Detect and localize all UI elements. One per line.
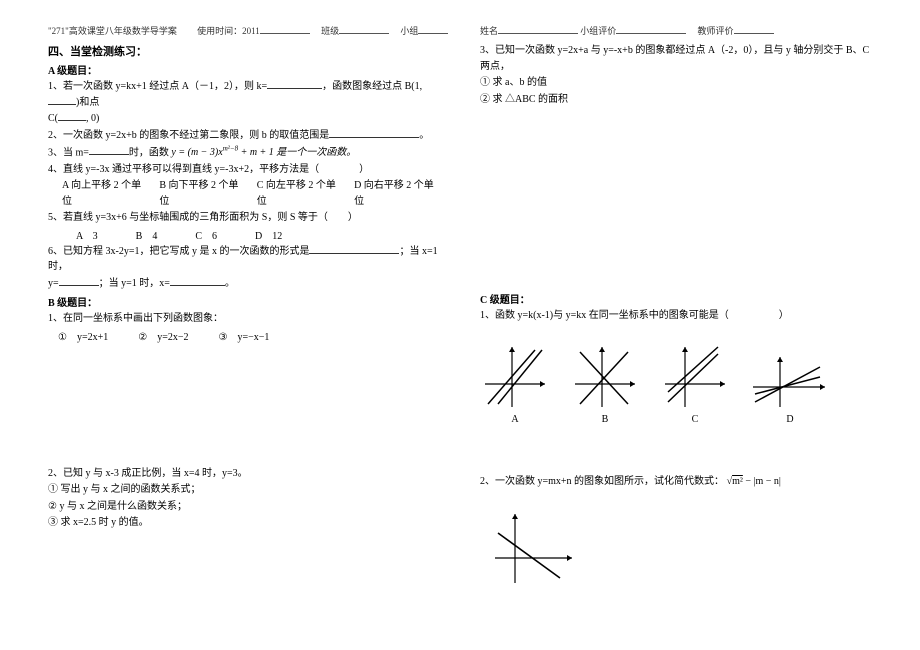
teacher-eval-label: 教师评价 <box>698 26 734 36</box>
a-q5: 5、若直线 y=3x+6 与坐标轴围成的三角形面积为 S，则 S 等于（ ） <box>48 210 440 226</box>
b-q2: 2、已知 y 与 x-3 成正比例，当 x=4 时，y=3。 <box>48 466 440 482</box>
level-c-title: C 级题目： <box>480 291 872 306</box>
doc-title: "271"高效课堂八年级数学导学案 <box>48 26 177 36</box>
b-q2-3: ③ 求 x=2.5 时 y 的值。 <box>48 515 440 531</box>
chart-b: B <box>570 342 640 425</box>
use-time-label: 使用时间：2011 <box>197 26 260 36</box>
right-q3-1: ① 求 a、b 的值 <box>480 75 872 91</box>
class-label: 班级 <box>321 26 339 36</box>
a-q3: 3、当 m=时，函数 y = (m − 3)xm²−8 + m + 1 是一个一… <box>48 144 440 161</box>
group-eval-label: 小组评价 <box>580 26 616 36</box>
name-label: 姓名 <box>480 26 498 36</box>
left-column: "271"高效课堂八年级数学导学案 使用时间：2011 班级 小组 四、当堂检测… <box>48 24 440 630</box>
a-q1-cont: C(, 0) <box>48 111 440 127</box>
a-q1: 1、若一次函数 y=kx+1 经过点 A（－1，2），则 k=，函数图象经过点 … <box>48 79 440 110</box>
b-q2-1: ① 写出 y 与 x 之间的函数关系式； <box>48 482 440 498</box>
group-label: 小组 <box>400 26 418 36</box>
right-q3-2: ② 求 △ABC 的面积 <box>480 92 872 108</box>
right-q3: 3、已知一次函数 y=2x+a 与 y=-x+b 的图象都经过点 A（-2，0）… <box>480 43 872 74</box>
section-4-title: 四、当堂检测练习： <box>48 43 440 59</box>
c-q2-formula: √m² − |m − n| <box>727 476 781 487</box>
b-q2-2: ② y 与 x 之间是什么函数关系； <box>48 499 440 515</box>
a-q6: 6、已知方程 3x-2y=1，把它写成 y 是 x 的一次函数的形式是；当 x=… <box>48 244 440 275</box>
level-b-title: B 级题目： <box>48 294 440 309</box>
c-q2: 2、一次函数 y=mx+n 的图象如图所示，试化简代数式： √m² − |m −… <box>480 474 872 490</box>
chart-a: A <box>480 342 550 425</box>
chart-d: D <box>750 352 830 425</box>
right-column: 姓名 小组评价 教师评价 3、已知一次函数 y=2x+a 与 y=-x+b 的图… <box>480 24 872 630</box>
header-right: 姓名 小组评价 教师评价 <box>480 24 872 37</box>
a-q2: 2、一次函数 y=2x+b 的图象不经过第二象限，则 b 的取值范围是。 <box>48 128 440 144</box>
a-q5-opts: A 3 B 4 C 6 D 12 <box>76 227 440 242</box>
chart-c: C <box>660 342 730 425</box>
a-q4: 4、直线 y=-3x 通过平移可以得到直线 y=-3x+2，平移方法是（ ） <box>48 162 440 178</box>
header-left: "271"高效课堂八年级数学导学案 使用时间：2011 班级 小组 <box>48 24 440 37</box>
level-a-title: A 级题目： <box>48 62 440 77</box>
c-q1: 1、函数 y=k(x-1)与 y=kx 在同一坐标系中的图象可能是（ ） <box>480 308 872 324</box>
b-q1-opts: ① y=2x+1 ② y=2x−2 ③ y=−x−1 <box>58 328 440 343</box>
a-q6-cont: y=；当 y=1 时，x=。 <box>48 276 440 292</box>
b-q1: 1、在同一坐标系中画出下列函数图象： <box>48 311 440 327</box>
c-q2-chart <box>490 508 872 588</box>
a-q4-opts: A 向上平移 2 个单位 B 向下平移 2 个单位 C 向左平移 2 个单位 D… <box>62 178 440 209</box>
c-q1-charts: A B C <box>480 342 872 425</box>
